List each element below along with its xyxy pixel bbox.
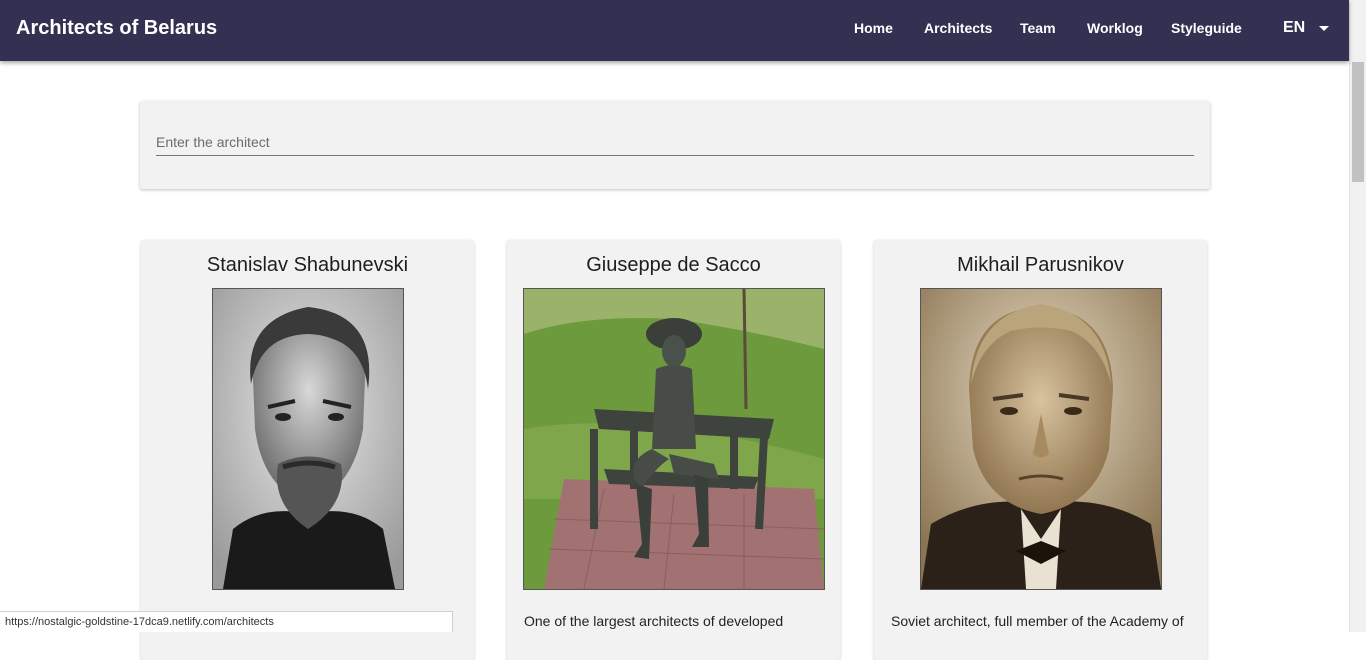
- nav-styleguide[interactable]: Styleguide: [1171, 20, 1242, 36]
- nav-worklog[interactable]: Worklog: [1087, 20, 1143, 36]
- site-brand-link[interactable]: Architects of Belarus: [16, 17, 217, 40]
- page-scrollbar[interactable]: [1349, 0, 1366, 632]
- architect-search-input[interactable]: [156, 129, 1194, 156]
- top-navbar: Architects of Belarus Home Architects Te…: [0, 0, 1349, 61]
- nav-home[interactable]: Home: [854, 20, 893, 36]
- portrait-photo-graphic: [921, 289, 1161, 589]
- portrait-photo-graphic: [213, 289, 403, 589]
- caret-down-icon: [1319, 26, 1329, 31]
- architect-description: One of the largest architects of develop…: [524, 613, 784, 629]
- language-dropdown[interactable]: EN: [1283, 19, 1333, 39]
- architect-card-de-sacco[interactable]: Giuseppe de Sacco One of the largest arc…: [507, 240, 840, 660]
- browser-status-url: https://nostalgic-goldstine-17dca9.netli…: [0, 611, 453, 632]
- architect-card-parusnikov[interactable]: Mikhail Parusnikov Soviet architect, ful…: [874, 240, 1207, 660]
- nav-architects[interactable]: Architects: [924, 20, 992, 36]
- architect-name: Stanislav Shabunevski: [206, 254, 409, 276]
- language-label: EN: [1283, 19, 1306, 36]
- statue-photo-graphic: [524, 289, 824, 589]
- scrollbar-thumb[interactable]: [1352, 62, 1364, 182]
- architect-portrait-photo: [212, 288, 404, 590]
- architect-statue-photo: [523, 288, 825, 590]
- architect-portrait-photo: [920, 288, 1162, 590]
- architect-card-shabunevski[interactable]: Stanislav Shabunevski: [141, 240, 474, 660]
- architect-name: Mikhail Parusnikov: [957, 254, 1124, 276]
- architect-description: Soviet architect, full member of the Aca…: [891, 613, 1184, 629]
- architect-name: Giuseppe de Sacco: [586, 254, 761, 276]
- nav-team[interactable]: Team: [1020, 20, 1056, 36]
- search-panel: [140, 101, 1210, 189]
